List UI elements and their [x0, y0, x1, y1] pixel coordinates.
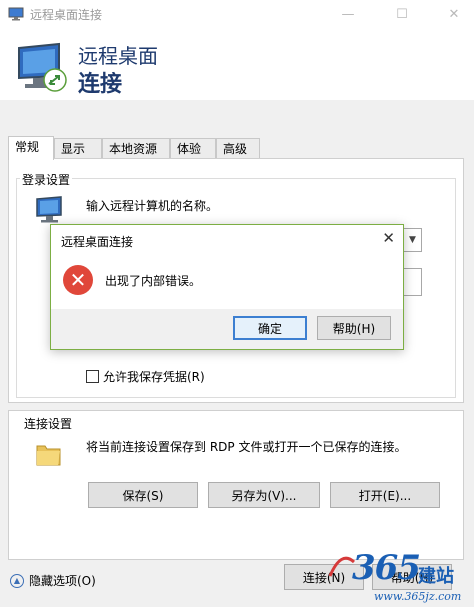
ok-button[interactable]: 确定 — [233, 316, 307, 340]
chevron-up-icon[interactable]: ▲ — [10, 573, 24, 588]
connection-description: 将当前连接设置保存到 RDP 文件或打开一个已保存的连接。 — [86, 440, 407, 454]
watermark-brand: 建站 — [418, 566, 454, 587]
save-as-button[interactable]: 另存为(V)... — [208, 482, 320, 508]
dialog-title: 远程桌面连接 — [61, 235, 134, 249]
title-bar: 远程桌面连接 — ☐ ✕ — [0, 0, 474, 28]
watermark-url: www.365jz.com — [374, 590, 462, 603]
tab-general[interactable]: 常规 — [8, 136, 54, 160]
hide-options-toggle[interactable]: ▲ 隐藏选项(O) — [10, 572, 96, 589]
error-message: 出现了内部错误。 — [105, 274, 202, 288]
window-title: 远程桌面连接 — [30, 8, 103, 22]
open-button[interactable]: 打开(E)... — [330, 482, 440, 508]
computer-monitor-icon — [36, 196, 62, 223]
tab-local-resources[interactable]: 本地资源 — [102, 138, 170, 159]
connection-settings-label: 连接设置 — [22, 415, 75, 432]
chevron-down-icon[interactable]: ▼ — [403, 229, 421, 251]
tab-experience[interactable]: 体验 — [170, 138, 216, 159]
save-credentials-label: 允许我保存凭据(R) — [103, 369, 205, 384]
login-settings-label: 登录设置 — [20, 171, 73, 188]
close-button[interactable]: ✕ — [436, 0, 472, 28]
remote-desktop-monitor-icon — [18, 42, 67, 92]
dialog-help-button[interactable]: 帮助(H) — [317, 316, 391, 340]
computer-name-prompt: 输入远程计算机的名称。 — [86, 199, 219, 213]
dialog-footer: 确定 帮助(H) — [51, 309, 403, 349]
tab-advanced[interactable]: 高级 — [216, 138, 260, 159]
dialog-close-icon[interactable]: ✕ — [382, 229, 395, 247]
error-dialog: 远程桌面连接 ✕ ✕ 出现了内部错误。 确定 帮助(H) — [50, 224, 404, 350]
maximize-button[interactable]: ☐ — [384, 0, 420, 28]
tab-display[interactable]: 显示 — [54, 138, 102, 159]
folder-icon — [36, 445, 61, 466]
save-credentials-row[interactable]: 允许我保存凭据(R) — [86, 368, 205, 384]
error-icon: ✕ — [63, 265, 93, 295]
save-button[interactable]: 保存(S) — [88, 482, 198, 508]
watermark-logo: 365 建站 www.365jz.com — [320, 548, 474, 606]
save-credentials-checkbox[interactable] — [86, 369, 99, 383]
remote-desktop-app-icon — [8, 7, 24, 21]
header-title-line2: 连接 — [78, 72, 123, 97]
minimize-button[interactable]: — — [330, 0, 366, 28]
header-title-line1: 远程桌面 — [78, 44, 158, 68]
watermark-number: 365 — [352, 548, 421, 588]
header-banner: 远程桌面 连接 — [0, 28, 474, 100]
hide-options-label: 隐藏选项(O) — [29, 574, 96, 588]
